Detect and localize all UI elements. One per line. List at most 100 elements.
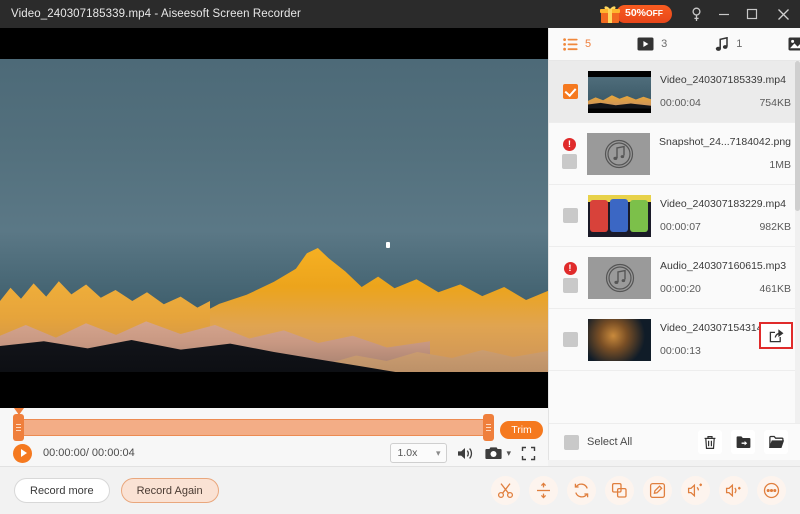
share-export-icon[interactable] [759, 322, 793, 349]
row-check-wrap [559, 208, 581, 223]
trim-handle-left[interactable] [13, 414, 24, 441]
title-bar-actions: 50%OFF [599, 0, 800, 28]
camera-icon[interactable] [485, 446, 502, 460]
chevron-down-icon[interactable]: ▾ [506, 448, 511, 459]
row-filename: Snapshot_24...7184042.png [659, 136, 791, 148]
row-duration: 00:00:20 [660, 283, 701, 295]
tab-audio-count: 1 [736, 38, 742, 50]
player-bar: Trim 00:00:00/ 00:00:04 1.0x ▾ [0, 408, 548, 466]
edit-icon[interactable] [643, 476, 672, 505]
merge-icon[interactable] [605, 476, 634, 505]
window-title: Video_240307185339.mp4 - Aiseesoft Scree… [11, 8, 301, 20]
speed-select[interactable]: 1.0x ▾ [390, 443, 447, 463]
tab-all-count: 5 [585, 38, 591, 50]
list-item[interactable]: ! Audio_240307160615.mp3 00:00:20 [549, 247, 800, 309]
row-thumbnail [588, 195, 651, 237]
row-checkbox[interactable] [563, 208, 578, 223]
video-preview[interactable] [0, 28, 548, 408]
error-badge: ! [564, 262, 577, 275]
volume-boost-icon[interactable] [719, 476, 748, 505]
row-filename: Video_240307185339.mp4 [660, 74, 791, 86]
folder-export-icon[interactable] [731, 430, 755, 454]
trim-handle-right[interactable] [483, 414, 494, 441]
trim-button[interactable]: Trim [500, 421, 543, 439]
row-check-wrap: ! [559, 138, 580, 169]
playback-controls-right: 1.0x ▾ ▾ [390, 443, 536, 463]
panel-bottom-bar: Select All [549, 423, 800, 460]
time-display: 00:00:00/ 00:00:04 [43, 447, 135, 459]
window-file-title: Video_240307185339.mp4 [11, 8, 151, 20]
list-item[interactable]: ! Snapshot_24...7184042.png 1MB [549, 123, 800, 185]
row-meta: Audio_240307160615.mp3 00:00:20 461KB [660, 260, 800, 295]
row-thumbnail [588, 257, 651, 299]
playback-controls: 00:00:00/ 00:00:04 1.0x ▾ [0, 440, 548, 466]
trash-icon[interactable] [698, 430, 722, 454]
row-meta: Snapshot_24...7184042.png 1MB [659, 136, 800, 171]
compress-icon[interactable] [529, 476, 558, 505]
audio-effect-icon[interactable] [681, 476, 710, 505]
row-checkbox[interactable] [563, 332, 578, 347]
chevron-down-icon: ▾ [436, 448, 441, 459]
recording-list[interactable]: Video_240307185339.mp4 00:00:04 754KB ! [549, 61, 800, 423]
row-check-wrap [559, 332, 581, 347]
media-type-tabs: 5 3 1 [549, 28, 800, 61]
list-item[interactable]: Video_240307185339.mp4 00:00:04 754KB [549, 61, 800, 123]
list-item[interactable]: Video_240307183229.mp4 00:00:07 982KB [549, 185, 800, 247]
tab-audio[interactable]: 1 [715, 28, 742, 61]
row-checkbox[interactable] [562, 154, 577, 169]
gift-icon [599, 4, 621, 24]
record-more-button[interactable]: Record more [14, 478, 110, 503]
image-icon [788, 37, 800, 51]
error-badge: ! [563, 138, 576, 151]
list-item[interactable]: Video_240307154314.mp4 00:00:13 [549, 309, 800, 371]
tab-image[interactable]: 1 [788, 28, 800, 61]
trim-row: Trim [0, 408, 548, 438]
promo-badge: 50%OFF [616, 5, 672, 23]
close-icon[interactable] [766, 0, 800, 28]
panel-actions [698, 430, 788, 454]
trim-track[interactable] [16, 419, 490, 436]
tab-video[interactable]: 3 [637, 28, 667, 61]
more-icon[interactable] [757, 476, 786, 505]
recording-list-panel: 5 3 1 [548, 28, 800, 460]
letterbox-bottom [0, 372, 548, 408]
row-checkbox[interactable] [563, 278, 578, 293]
row-thumbnail [588, 71, 651, 113]
row-thumbnail [588, 319, 651, 361]
minimize-icon[interactable] [710, 0, 738, 28]
fullscreen-icon[interactable] [521, 446, 536, 461]
select-all-checkbox[interactable] [564, 435, 579, 450]
select-all-control[interactable]: Select All [564, 435, 632, 450]
speed-value: 1.0x [397, 447, 417, 459]
record-again-button[interactable]: Record Again [121, 478, 219, 503]
app-name: Aiseesoft Screen Recorder [161, 8, 301, 20]
row-meta: Video_240307183229.mp4 00:00:07 982KB [660, 198, 800, 233]
promo-off: OFF [646, 8, 663, 18]
tab-video-count: 3 [661, 38, 667, 50]
row-size: 982KB [759, 221, 791, 233]
play-icon[interactable] [13, 444, 32, 463]
volume-icon[interactable] [457, 446, 475, 461]
row-size: 754KB [759, 97, 791, 109]
promo-button[interactable]: 50%OFF [599, 4, 672, 25]
row-check-wrap: ! [559, 262, 581, 293]
row-checkbox[interactable] [563, 84, 578, 99]
scrollbar-thumb[interactable] [795, 61, 800, 211]
row-filename: Audio_240307160615.mp3 [660, 260, 791, 272]
key-icon[interactable] [682, 0, 710, 28]
tab-all[interactable]: 5 [563, 28, 591, 61]
video-icon [637, 37, 654, 51]
cut-icon[interactable] [491, 476, 520, 505]
title-separator: - [154, 8, 158, 20]
row-check-wrap [559, 84, 581, 99]
title-bar: Video_240307185339.mp4 - Aiseesoft Scree… [0, 0, 800, 28]
maximize-icon[interactable] [738, 0, 766, 28]
edit-tools [491, 476, 786, 505]
mouse-cursor [386, 242, 390, 248]
list-scrollbar[interactable] [795, 61, 800, 423]
music-icon [715, 37, 729, 52]
open-folder-icon[interactable] [764, 430, 788, 454]
row-filename: Video_240307183229.mp4 [660, 198, 791, 210]
row-thumbnail [587, 133, 650, 175]
rotate-icon[interactable] [567, 476, 596, 505]
